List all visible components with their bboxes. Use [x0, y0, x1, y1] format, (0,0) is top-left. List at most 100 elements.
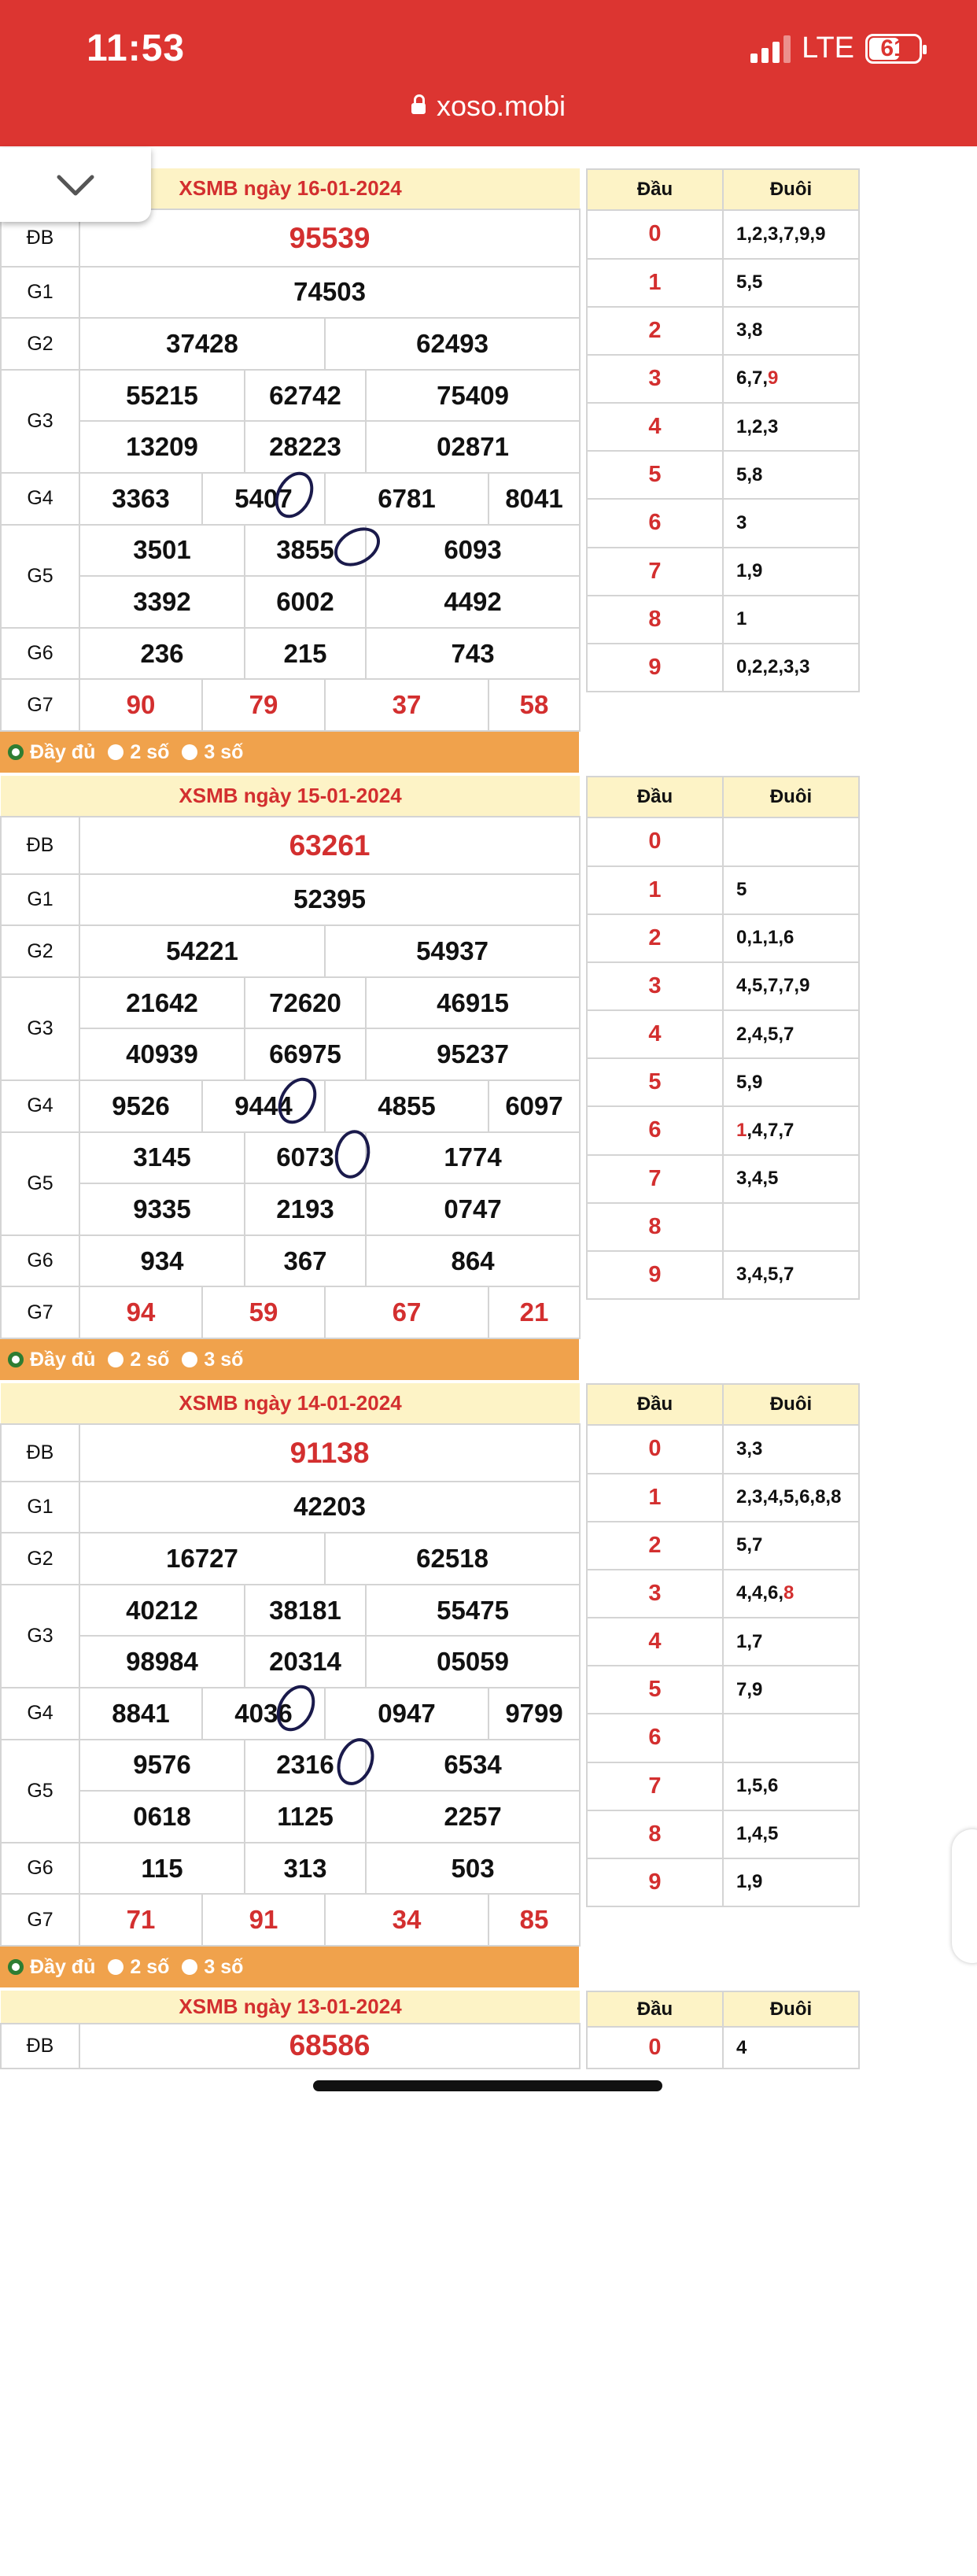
prize-label: G7 — [0, 678, 80, 732]
prize-number: 9576 — [79, 1738, 245, 1792]
dau-header: Đầu — [586, 168, 724, 212]
duoi-segment: ,4,7,7 — [747, 1119, 795, 1141]
result-day: XSMB ngày 15-01-2024 ĐB 63261 G1 52395 G2 5422… — [0, 754, 977, 1380]
prize-number: 934 — [79, 1234, 245, 1288]
prize-row-g1: G1 42203 — [0, 1480, 581, 1534]
duoi-segment: 2,4,5,7 — [736, 1023, 795, 1045]
prize-number: 2193 — [244, 1183, 367, 1236]
dau-digit: 5 — [586, 450, 724, 500]
prize-number: 6097 — [487, 1079, 581, 1133]
collapse-button[interactable] — [0, 148, 151, 222]
prize-row-db: ĐB 63261 — [0, 816, 581, 875]
prize-number: 0947 — [324, 1686, 489, 1740]
prize-table: XSMB ngày 13-01-2024 ĐB 68586 — [0, 1991, 581, 2070]
dau-digit: 1 — [586, 1472, 724, 1522]
address-bar[interactable]: xoso.mobi — [0, 90, 977, 123]
status-time: 11:53 — [87, 28, 186, 69]
duoi-segment: 3,4,5 — [736, 1168, 779, 1190]
loto-table: Đầu Đuôi 0 3,3 1 2,3,4,5,6,8,8 2 5,7 3 4,4,6,8 4 1,… — [586, 1382, 860, 1908]
prize-label: ĐB — [0, 2022, 80, 2070]
loto-row: 3 4,4,6,8 — [586, 1568, 860, 1619]
prize-label: ĐB — [0, 816, 80, 875]
duoi-segment: 3,3 — [736, 1437, 763, 1460]
loto-row: 2 3,8 — [586, 305, 860, 356]
dau-digit: 0 — [586, 209, 724, 260]
special-prize: 91138 — [78, 1423, 581, 1482]
dau-digit: 3 — [586, 353, 724, 404]
prize-number: 313 — [244, 1841, 367, 1895]
prize-label: G1 — [0, 1480, 80, 1534]
dau-digit: 2 — [586, 305, 724, 356]
duoi-digits: 1,2,3,7,9,9 — [722, 209, 860, 260]
dau-digit: 5 — [586, 1057, 724, 1108]
loto-row: 5 5,9 — [586, 1057, 860, 1108]
duoi-segment: 6,7, — [736, 367, 769, 389]
dau-digit: 8 — [586, 594, 724, 644]
dau-digit: 0 — [586, 1424, 724, 1474]
prize-number: 59 — [201, 1286, 326, 1339]
prize-number: 62742 — [244, 368, 367, 423]
prize-row-g2: G2 37428 62493 — [0, 317, 581, 371]
status-bar: 11:53 LTE 61 xoso.mobi — [0, 0, 977, 146]
duoi-segment: 5 — [736, 879, 747, 901]
duoi-segment: 4,5,7,7,9 — [736, 975, 810, 997]
prize-number: 40212 — [79, 1583, 245, 1637]
loto-header: Đầu Đuôi — [586, 775, 860, 819]
network-label: LTE — [802, 31, 854, 65]
prize-number: 9526 — [79, 1079, 203, 1133]
prize-number: 115 — [79, 1841, 245, 1895]
loto-row: 4 1,7 — [586, 1617, 860, 1667]
dau-digit: 4 — [586, 402, 724, 452]
dau-digit: 9 — [586, 642, 724, 693]
dau-digit: 3 — [586, 1568, 724, 1619]
prize-row-g5: 0618 1125 2257 — [1, 1790, 581, 1843]
dau-digit: 2 — [586, 913, 724, 963]
prize-label: G7 — [0, 1286, 80, 1339]
duoi-digits: 1,4,7,7 — [722, 1105, 860, 1156]
prize-number: 28223 — [244, 420, 367, 474]
loto-table: Đầu Đuôi 0 1 5 2 0,1,1,6 3 4,5,7,7,9 4 2,4,5,7 5 5,9… — [586, 775, 860, 1301]
prize-number: 52395 — [78, 873, 581, 927]
duoi-digits: 0,1,1,6 — [722, 913, 860, 963]
loto-row: 0 1,2,3,7,9,9 — [586, 209, 860, 260]
prize-number: 79 — [201, 678, 326, 732]
loto-table: Đầu Đuôi 0 1,2,3,7,9,9 1 5,5 2 3,8 3 6,7,9 4 1,2,3 5… — [586, 168, 860, 693]
prize-number: 54937 — [323, 924, 581, 978]
prize-number: 13209 — [79, 420, 245, 474]
loto-row: 5 7,9 — [586, 1665, 860, 1715]
day-title: XSMB ngày 13-01-2024 — [1, 1991, 581, 2024]
duoi-segment: 5,5 — [736, 271, 763, 293]
prize-number: 9799 — [487, 1686, 581, 1740]
loto-header: Đầu Đuôi — [586, 168, 860, 212]
url-text: xoso.mobi — [436, 90, 566, 122]
loto-row: 15 — [586, 865, 860, 915]
result-day: XSMB ngày 14-01-2024 ĐB 91138 G1 42203 G2 1672… — [0, 1361, 977, 1987]
loto-row: 8 — [586, 1201, 860, 1252]
prize-label: ĐB — [0, 1423, 80, 1482]
duoi-segment: 4,4,6, — [736, 1582, 784, 1604]
prize-row-g3: 40939 66975 95237 — [1, 1028, 581, 1081]
duoi-segment: 1 — [736, 608, 747, 630]
prize-number: 6781 — [324, 471, 489, 526]
duoi-segment: 9 — [768, 367, 779, 389]
loto-row: 5 5,8 — [586, 450, 860, 500]
duoi-segment: 3,4,5,7 — [736, 1264, 795, 1286]
prize-number: 98984 — [79, 1635, 245, 1688]
loto-row: 6 — [586, 1713, 860, 1763]
dau-digit: 9 — [586, 1249, 724, 1301]
loto-row: 3 6,7,9 — [586, 353, 860, 404]
prize-row-g5: 9335 2193 0747 — [1, 1183, 581, 1236]
prize-row-g3: G3 40212 38181 55475 — [0, 1583, 581, 1688]
duoi-digits: 3,8 — [722, 305, 860, 356]
floating-widget[interactable] — [952, 1829, 977, 1963]
battery-icon: 61 — [865, 33, 927, 64]
prize-number: 3392 — [79, 575, 245, 629]
prize-number: 72620 — [244, 976, 367, 1030]
special-prize: 63261 — [78, 816, 581, 875]
duoi-segment: 7,9 — [736, 1678, 763, 1700]
prize-number: 38181 — [244, 1583, 367, 1637]
duoi-digits — [722, 1201, 860, 1252]
prize-number: 95237 — [364, 1028, 581, 1081]
prize-row-g2: G2 54221 54937 — [0, 924, 581, 978]
lock-icon — [411, 94, 426, 114]
